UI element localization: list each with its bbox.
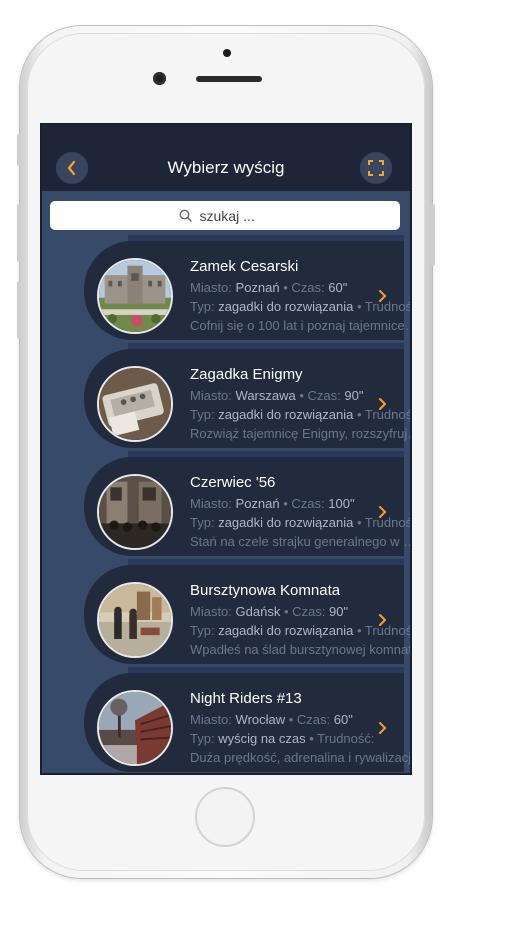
race-description: Duża prędkość, adrenalina i rywalizacja… xyxy=(190,750,412,765)
race-description: Cofnij się o 100 lat i poznaj tajemnice… xyxy=(190,318,412,333)
race-list-item[interactable]: Czerwiec '56 Miasto: Poznań • Czas: 100"… xyxy=(42,451,410,558)
search-bar-area xyxy=(42,191,410,235)
race-card[interactable]: Zamek Cesarski Miasto: Poznań • Czas: 60… xyxy=(84,241,410,340)
search-icon xyxy=(179,209,192,222)
phone-power-button xyxy=(431,204,435,266)
race-thumbnail-castle xyxy=(97,258,173,334)
front-camera-icon xyxy=(153,72,166,85)
race-name: Bursztynowa Komnata xyxy=(190,582,341,599)
race-name: Night Riders #13 xyxy=(190,690,302,707)
phone-volume-up xyxy=(17,204,21,262)
race-thumbnail-enigma xyxy=(97,366,173,442)
race-card[interactable]: Zagadka Enigmy Miasto: Warszawa • Czas: … xyxy=(84,349,410,448)
race-thumbnail-bridge xyxy=(97,690,173,766)
race-name: Zamek Cesarski xyxy=(190,258,299,275)
chevron-right-icon xyxy=(379,506,386,518)
chevron-right-icon xyxy=(379,722,386,734)
race-list-item[interactable]: Bursztynowa Komnata Miasto: Gdańsk • Cza… xyxy=(42,559,410,666)
scan-button[interactable] xyxy=(360,152,392,184)
app-screen: Wybierz wyścig szukaj ... Zamek Cesarski… xyxy=(40,123,412,775)
race-card[interactable]: Bursztynowa Komnata Miasto: Gdańsk • Cza… xyxy=(84,565,410,664)
proximity-sensor xyxy=(223,49,231,57)
chevron-right-icon xyxy=(379,398,386,410)
race-description: Rozwiąż tajemnicę Enigmy, rozszyfruj… xyxy=(190,426,412,441)
chevron-right-icon xyxy=(379,614,386,626)
phone-mute-switch xyxy=(17,134,21,166)
race-list-item[interactable]: Zagadka Enigmy Miasto: Warszawa • Czas: … xyxy=(42,343,410,450)
scan-frame-icon xyxy=(368,160,384,176)
page-title: Wybierz wyścig xyxy=(167,158,285,177)
race-list: Zamek Cesarski Miasto: Poznań • Czas: 60… xyxy=(42,235,410,773)
race-thumbnail-amber-room xyxy=(97,582,173,658)
race-description: Wpadłeś na ślad bursztynowej komnaty… xyxy=(190,642,412,657)
search-input[interactable] xyxy=(197,206,272,225)
home-button[interactable] xyxy=(195,787,255,847)
race-description: Stań na czele strajku generalnego w … xyxy=(190,534,412,549)
race-card[interactable]: Night Riders #13 Miasto: Wrocław • Czas:… xyxy=(84,673,410,772)
race-card[interactable]: Czerwiec '56 Miasto: Poznań • Czas: 100"… xyxy=(84,457,410,556)
search-field[interactable] xyxy=(50,201,400,230)
race-name: Czerwiec '56 xyxy=(190,474,276,491)
race-list-item[interactable]: Zamek Cesarski Miasto: Poznań • Czas: 60… xyxy=(42,235,410,342)
race-list-item[interactable]: Night Riders #13 Miasto: Wrocław • Czas:… xyxy=(42,667,410,773)
earpiece-speaker xyxy=(196,76,262,82)
phone-volume-down xyxy=(17,281,21,339)
race-name: Zagadka Enigmy xyxy=(190,366,303,383)
race-thumbnail-strike xyxy=(97,474,173,550)
navigation-bar: Wybierz wyścig xyxy=(42,125,410,191)
chevron-right-icon xyxy=(379,290,386,302)
